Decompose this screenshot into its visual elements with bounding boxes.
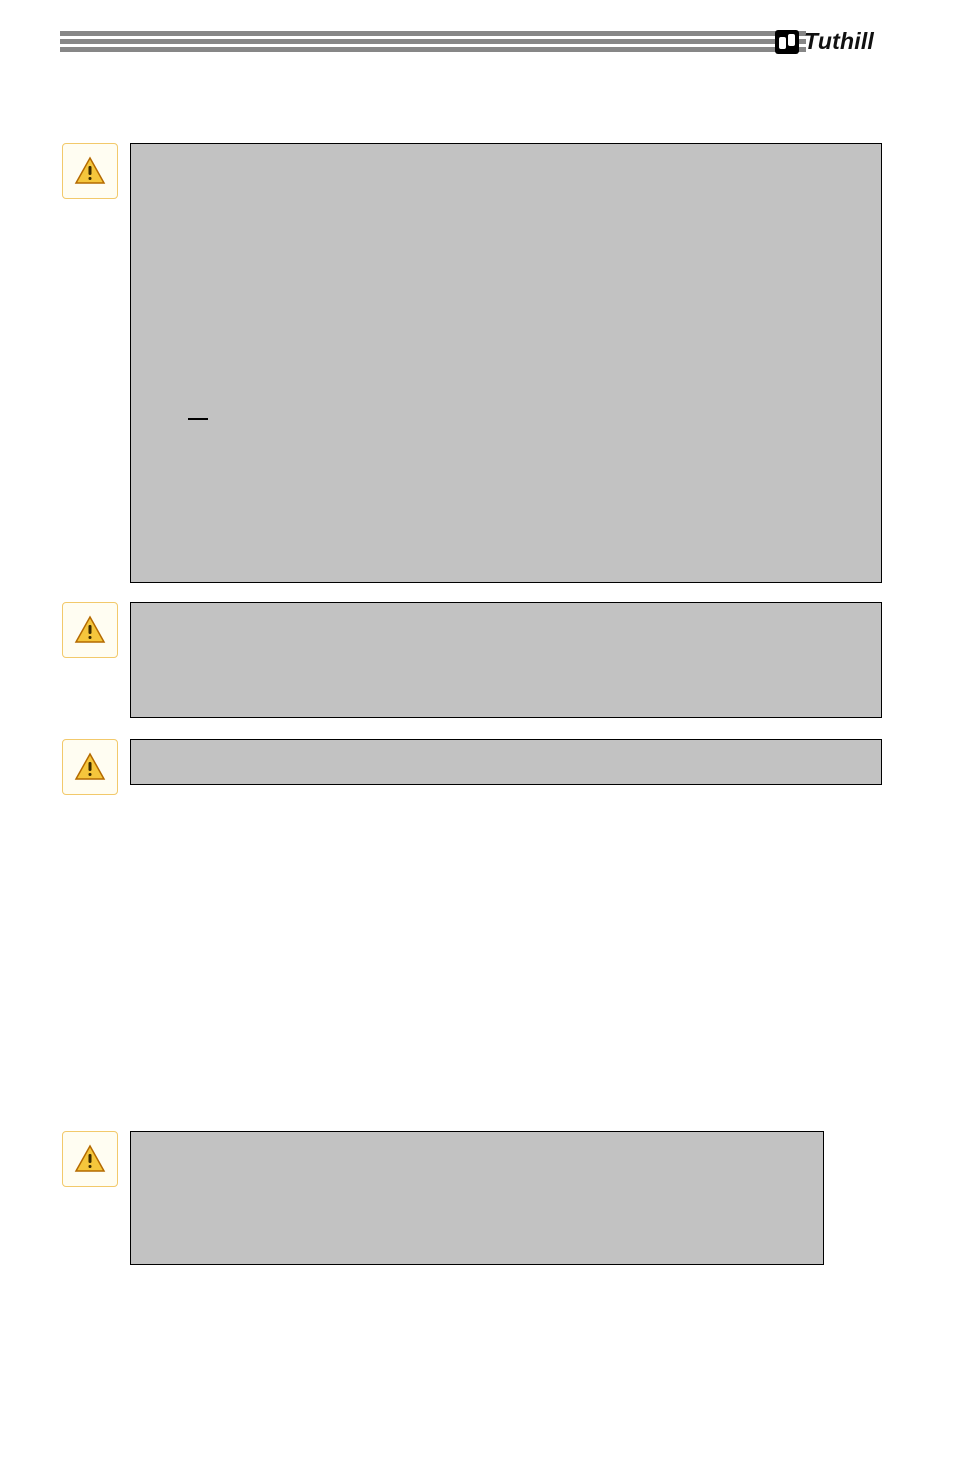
- warning-icon-holder: [60, 739, 120, 795]
- warning-row: [60, 739, 882, 795]
- warning-box: [130, 739, 882, 785]
- warning-triangle-icon: [62, 1131, 118, 1187]
- tuthill-logo-icon: [775, 30, 799, 54]
- warning-icon-holder: [60, 1131, 120, 1265]
- warning-icon-holder: [60, 143, 120, 583]
- warning-row: [60, 143, 882, 583]
- warning-box: [130, 1131, 824, 1265]
- header-rule: [60, 31, 806, 52]
- brand-name: Tuthill: [804, 28, 874, 55]
- brand: Tuthill: [775, 28, 874, 55]
- warning-box: [130, 602, 882, 718]
- warning-box: [130, 143, 882, 583]
- header-bar: [60, 47, 806, 52]
- warning-triangle-icon: [62, 143, 118, 199]
- header-bar: [60, 31, 806, 36]
- dash-marker: [188, 418, 208, 420]
- warning-triangle-icon: [62, 602, 118, 658]
- header-bar: [60, 39, 806, 44]
- warning-row: [60, 602, 882, 718]
- warning-triangle-icon: [62, 739, 118, 795]
- warning-icon-holder: [60, 602, 120, 718]
- warning-row: [60, 1131, 882, 1265]
